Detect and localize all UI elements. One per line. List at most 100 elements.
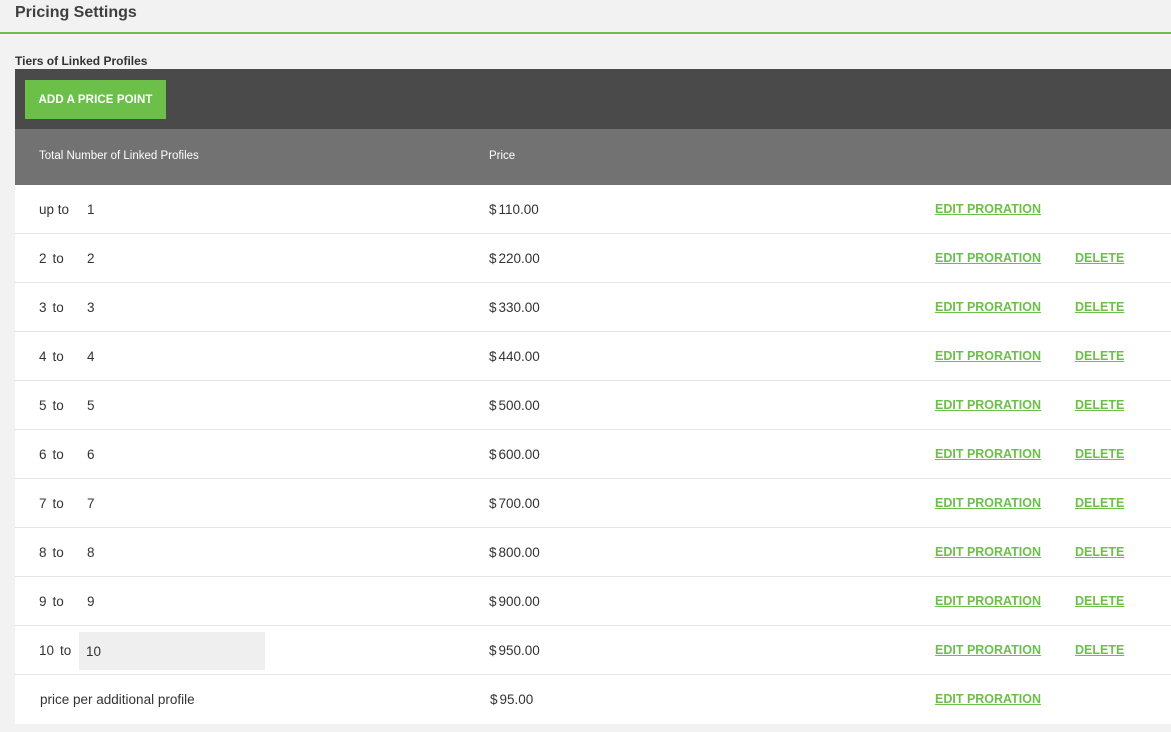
currency-symbol: $ <box>489 299 497 315</box>
delete-tier-link[interactable]: DELETE <box>1075 381 1124 429</box>
currency-symbol: $ <box>489 544 497 560</box>
tier-end: 7 <box>87 495 95 511</box>
tier-price: $700.00 <box>489 479 540 527</box>
table-row: 8 to 8 $800.00 EDIT PRORATION DELETE <box>15 528 1171 577</box>
tier-price: $600.00 <box>489 430 540 478</box>
tier-range: 6 to <box>39 430 64 478</box>
currency-symbol: $ <box>490 691 498 707</box>
delete-tier-link[interactable]: DELETE <box>1075 528 1124 576</box>
tier-price: $330.00 <box>489 283 540 331</box>
edit-proration-link[interactable]: EDIT PRORATION <box>935 381 1041 429</box>
edit-proration-link[interactable]: EDIT PRORATION <box>935 577 1041 625</box>
table-row: 2 to 2 $220.00 EDIT PRORATION DELETE <box>15 234 1171 283</box>
tier-to-word: to <box>52 593 64 609</box>
tier-end: 4 <box>87 348 95 364</box>
tier-end-input[interactable] <box>79 632 265 670</box>
delete-tier-link[interactable]: DELETE <box>1075 577 1124 625</box>
edit-proration-link[interactable]: EDIT PRORATION <box>935 528 1041 576</box>
tier-range: 2 to <box>39 234 64 282</box>
tier-price: $440.00 <box>489 332 540 380</box>
tier-from: 5 <box>39 397 47 413</box>
edit-proration-link[interactable]: EDIT PRORATION <box>935 479 1041 527</box>
table-row: 4 to 4 $440.00 EDIT PRORATION DELETE <box>15 332 1171 381</box>
tier-range: 10 to <box>39 626 71 674</box>
tier-range: 5 to <box>39 381 64 429</box>
price-value: 700.00 <box>498 495 540 511</box>
tier-from: up to <box>39 201 70 217</box>
add-price-point-button[interactable]: ADD A PRICE POINT <box>25 80 166 119</box>
additional-profile-label: price per additional profile <box>40 691 195 707</box>
edit-proration-link[interactable]: EDIT PRORATION <box>935 332 1041 380</box>
tier-to-word: to <box>52 397 64 413</box>
tier-end: 9 <box>87 593 95 609</box>
currency-symbol: $ <box>489 250 497 266</box>
tier-range: up to <box>39 185 69 233</box>
table-toolbar: ADD A PRICE POINT <box>15 69 1171 129</box>
table-body: up to 1 $110.00 EDIT PRORATION 2 to 2 $220.00 ED… <box>15 185 1171 723</box>
tier-to-word: to <box>52 299 64 315</box>
tier-range: 4 to <box>39 332 64 380</box>
tier-price: $800.00 <box>489 528 540 576</box>
delete-tier-link[interactable]: DELETE <box>1075 283 1124 331</box>
price-value: 220.00 <box>498 250 540 266</box>
edit-proration-link[interactable]: EDIT PRORATION <box>935 675 1041 723</box>
delete-tier-link[interactable]: DELETE <box>1075 332 1124 380</box>
tier-price: $220.00 <box>489 234 540 282</box>
pricing-table: ADD A PRICE POINT Total Number of Linked… <box>15 69 1171 724</box>
price-value: 600.00 <box>498 446 540 462</box>
price-value: 330.00 <box>498 299 540 315</box>
tier-range: 7 to <box>39 479 64 527</box>
edit-proration-link[interactable]: EDIT PRORATION <box>935 185 1041 233</box>
header-total-linked-profiles: Total Number of Linked Profiles <box>39 150 199 162</box>
tier-range: 3 to <box>39 283 64 331</box>
table-row: 5 to 5 $500.00 EDIT PRORATION DELETE <box>15 381 1171 430</box>
tier-price: $500.00 <box>489 381 540 429</box>
price-value: 500.00 <box>498 397 540 413</box>
header-price: Price <box>489 150 516 162</box>
tier-end: 6 <box>87 446 95 462</box>
delete-tier-link[interactable]: DELETE <box>1075 430 1124 478</box>
table-row: 7 to 7 $700.00 EDIT PRORATION DELETE <box>15 479 1171 528</box>
price-value: 110.00 <box>498 201 539 217</box>
tier-from: 10 <box>39 642 55 658</box>
tier-to-word: to <box>52 495 64 511</box>
delete-tier-link[interactable]: DELETE <box>1075 234 1124 282</box>
table-row: 3 to 3 $330.00 EDIT PRORATION DELETE <box>15 283 1171 332</box>
additional-profile-price: $95.00 <box>490 675 533 723</box>
price-value: 900.00 <box>498 593 540 609</box>
price-value: 800.00 <box>498 544 540 560</box>
tier-from: 3 <box>39 299 47 315</box>
currency-symbol: $ <box>489 495 497 511</box>
tier-price: $900.00 <box>489 577 540 625</box>
page-header: Pricing Settings <box>0 0 1171 34</box>
tier-from: 8 <box>39 544 47 560</box>
currency-symbol: $ <box>489 446 497 462</box>
tier-from: 9 <box>39 593 47 609</box>
currency-symbol: $ <box>489 201 497 217</box>
tier-from: 7 <box>39 495 47 511</box>
tier-to-word: to <box>60 642 72 658</box>
tier-end: 3 <box>87 299 95 315</box>
edit-proration-link[interactable]: EDIT PRORATION <box>935 430 1041 478</box>
tier-range: 9 to <box>39 577 64 625</box>
delete-tier-link[interactable]: DELETE <box>1075 626 1124 674</box>
edit-proration-link[interactable]: EDIT PRORATION <box>935 283 1041 331</box>
price-value: 950.00 <box>498 642 540 658</box>
delete-tier-link[interactable]: DELETE <box>1075 479 1124 527</box>
currency-symbol: $ <box>489 642 497 658</box>
edit-proration-link[interactable]: EDIT PRORATION <box>935 234 1041 282</box>
tier-from: 6 <box>39 446 47 462</box>
tier-from: 2 <box>39 250 47 266</box>
additional-profile-row: price per additional profile $95.00 EDIT P… <box>15 675 1171 723</box>
edit-proration-link[interactable]: EDIT PRORATION <box>935 626 1041 674</box>
tier-end: 8 <box>87 544 95 560</box>
tier-to-word: to <box>52 544 64 560</box>
tier-range: 8 to <box>39 528 64 576</box>
tier-to-word: to <box>52 348 64 364</box>
currency-symbol: $ <box>489 397 497 413</box>
table-row: up to 1 $110.00 EDIT PRORATION <box>15 185 1171 234</box>
tier-to-word: to <box>52 250 64 266</box>
price-value: 440.00 <box>498 348 540 364</box>
table-header: Total Number of Linked Profiles Price <box>15 129 1171 185</box>
tier-end: 1 <box>87 201 95 217</box>
